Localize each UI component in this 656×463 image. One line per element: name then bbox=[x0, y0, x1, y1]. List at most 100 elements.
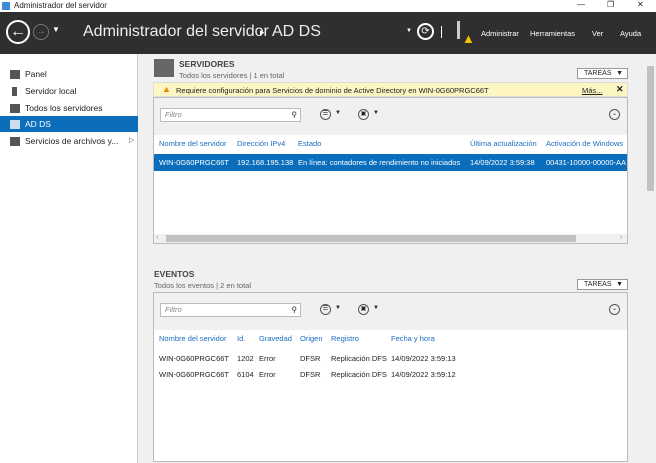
sidebar: Panel Servidor local Todos los servidore… bbox=[0, 54, 138, 463]
scrollbar-thumb[interactable] bbox=[166, 235, 576, 242]
scroll-right-icon[interactable]: › bbox=[620, 234, 622, 241]
maximize-button[interactable]: ❐ bbox=[607, 0, 614, 9]
cell-ipv4: 192.168.195.138 bbox=[237, 158, 294, 167]
col-fecha-hora[interactable]: Fecha y hora bbox=[391, 334, 435, 343]
sidebar-item-servidor-local[interactable]: Servidor local bbox=[0, 83, 138, 99]
alert-more-link[interactable]: Más... bbox=[582, 86, 602, 95]
horizontal-scrollbar[interactable]: ‹ › bbox=[154, 234, 627, 243]
divider bbox=[441, 26, 442, 38]
close-button[interactable]: ✕ bbox=[637, 0, 644, 9]
save-query-icon[interactable]: ▣ bbox=[358, 109, 369, 120]
alert-text: Requiere configuración para Servicios de… bbox=[176, 86, 489, 95]
chevron-down-icon[interactable]: ▼ bbox=[335, 110, 341, 116]
tasks-label: TAREAS bbox=[584, 70, 612, 77]
servers-subtitle: Todos los servidores | 1 en total bbox=[179, 71, 285, 80]
scrollbar-thumb[interactable] bbox=[647, 66, 654, 191]
cell-log: Replicación DFS bbox=[331, 370, 387, 379]
sidebar-item-todos-servidores[interactable]: Todos los servidores bbox=[0, 100, 138, 116]
servers-icon bbox=[10, 104, 20, 113]
menu-ayuda[interactable]: Ayuda bbox=[620, 29, 641, 38]
table-row[interactable]: WIN-0G60PRGC66T 1202 Error DFSR Replicac… bbox=[154, 352, 627, 367]
col-estado[interactable]: Estado bbox=[298, 139, 321, 148]
refresh-icon[interactable]: ⟳ bbox=[417, 23, 434, 40]
expand-arrow-icon[interactable]: ▷ bbox=[129, 133, 134, 149]
minimize-button[interactable]: — bbox=[577, 0, 585, 9]
window-title: Administrador del servidor bbox=[14, 1, 107, 10]
alert-bar: ▲ Requiere configuración para Servicios … bbox=[153, 82, 628, 97]
cell-activation: 00431-10000-00000-AA bbox=[546, 158, 627, 167]
sidebar-item-panel[interactable]: Panel bbox=[0, 66, 138, 82]
servers-filter-input[interactable]: Filtro ⚲ bbox=[160, 108, 301, 122]
filter-placeholder: Filtro bbox=[165, 110, 182, 119]
events-subtitle: Todos los eventos | 2 en total bbox=[154, 281, 252, 290]
menu-administrar[interactable]: Administrar bbox=[481, 29, 519, 38]
col-id[interactable]: Id. bbox=[237, 334, 245, 343]
servers-title: SERVIDORES bbox=[179, 59, 235, 69]
filter-placeholder: Filtro bbox=[165, 305, 182, 314]
alert-close-icon[interactable]: ✕ bbox=[616, 84, 624, 95]
events-panel: Filtro ⚲ ☰ ▼ ▣ ▼ ⌄ Nombre del servidor Id… bbox=[153, 292, 628, 462]
sidebar-item-label: Panel bbox=[25, 69, 47, 79]
cell-server-name: WIN-0G60PRGC66T bbox=[159, 158, 230, 167]
events-title: EVENTOS bbox=[154, 269, 195, 279]
cell-datetime: 14/09/2022 3:59:13 bbox=[391, 354, 456, 363]
tasks-label: TAREAS bbox=[584, 281, 612, 288]
col-registro[interactable]: Registro bbox=[331, 334, 359, 343]
view-options-icon[interactable]: ☰ bbox=[320, 109, 331, 120]
expand-icon[interactable]: ⌄ bbox=[609, 304, 620, 315]
col-ipv4[interactable]: Dirección IPv4 bbox=[237, 139, 285, 148]
view-options-icon[interactable]: ☰ bbox=[320, 304, 331, 315]
cell-id: 1202 bbox=[237, 354, 254, 363]
chevron-down-icon: ▼ bbox=[616, 281, 623, 288]
server-icon bbox=[12, 87, 17, 96]
cell-last-update: 14/09/2022 3:59:38 bbox=[470, 158, 535, 167]
chevron-down-icon[interactable]: ▼ bbox=[335, 305, 341, 311]
vertical-scrollbar[interactable] bbox=[645, 54, 656, 463]
sidebar-item-label: Todos los servidores bbox=[25, 103, 103, 113]
cell-severity: Error bbox=[259, 354, 276, 363]
forward-button[interactable]: → bbox=[33, 24, 49, 40]
file-services-icon bbox=[10, 137, 20, 146]
sidebar-item-servicios-archivos[interactable]: Servicios de archivos y... ▷ bbox=[0, 133, 138, 149]
col-nombre-servidor[interactable]: Nombre del servidor bbox=[159, 139, 227, 148]
sidebar-item-label: Servicios de archivos y... bbox=[25, 136, 119, 146]
chevron-down-icon[interactable]: ▼ bbox=[373, 305, 379, 311]
servers-panel: Filtro ⚲ ☰ ▼ ▣ ▼ ⌄ Nombre del servidor Di… bbox=[153, 97, 628, 244]
table-row[interactable]: WIN-0G60PRGC66T 6104 Error DFSR Replicac… bbox=[154, 368, 627, 383]
back-button[interactable]: ← bbox=[6, 20, 30, 44]
events-tasks-button[interactable]: TAREAS ▼ bbox=[577, 279, 628, 290]
servers-tasks-button[interactable]: TAREAS ▼ bbox=[577, 68, 628, 79]
col-activacion[interactable]: Activación de Windows bbox=[546, 139, 623, 148]
table-row[interactable]: WIN-0G60PRGC66T 192.168.195.138 En línea… bbox=[154, 154, 627, 171]
cell-status: En línea: contadores de rendimiento no i… bbox=[298, 158, 461, 167]
sidebar-item-label: Servidor local bbox=[25, 86, 77, 96]
col-gravedad[interactable]: Gravedad bbox=[259, 334, 292, 343]
filter-row: Filtro ⚲ ☰ ▼ ▣ ▼ ⌄ bbox=[154, 293, 627, 330]
refresh-dropdown-icon[interactable]: ▼ bbox=[406, 28, 412, 34]
notifications-flag-icon[interactable] bbox=[457, 21, 460, 39]
history-dropdown-icon[interactable]: ▼ bbox=[52, 25, 60, 34]
col-nombre-servidor[interactable]: Nombre del servidor bbox=[159, 334, 227, 343]
expand-icon[interactable]: ⌄ bbox=[609, 109, 620, 120]
cell-source: DFSR bbox=[300, 370, 321, 379]
col-ultima-actualizacion[interactable]: Última actualización bbox=[470, 139, 537, 148]
header-bar: ← → ▼ Administrador del servidor ▸ AD DS… bbox=[0, 12, 656, 54]
events-filter-input[interactable]: Filtro ⚲ bbox=[160, 303, 301, 317]
menu-herramientas[interactable]: Herramientas bbox=[530, 29, 575, 38]
sidebar-item-ad-ds[interactable]: AD DS bbox=[0, 116, 138, 132]
app-icon bbox=[2, 2, 10, 10]
cell-severity: Error bbox=[259, 370, 276, 379]
scroll-left-icon[interactable]: ‹ bbox=[156, 234, 158, 241]
sidebar-item-label: AD DS bbox=[25, 119, 51, 129]
title-bar: Administrador del servidor — ❐ ✕ bbox=[0, 0, 656, 12]
save-query-icon[interactable]: ▣ bbox=[358, 304, 369, 315]
filter-row: Filtro ⚲ ☰ ▼ ▣ ▼ ⌄ bbox=[154, 98, 627, 135]
breadcrumb-page: AD DS bbox=[272, 23, 321, 40]
cell-server-name: WIN-0G60PRGC66T bbox=[159, 354, 230, 363]
menu-ver[interactable]: Ver bbox=[592, 29, 603, 38]
chevron-down-icon[interactable]: ▼ bbox=[373, 110, 379, 116]
col-origen[interactable]: Origen bbox=[300, 334, 323, 343]
cell-server-name: WIN-0G60PRGC66T bbox=[159, 370, 230, 379]
cell-datetime: 14/09/2022 3:59:12 bbox=[391, 370, 456, 379]
breadcrumb-separator: ▸ bbox=[260, 27, 265, 37]
